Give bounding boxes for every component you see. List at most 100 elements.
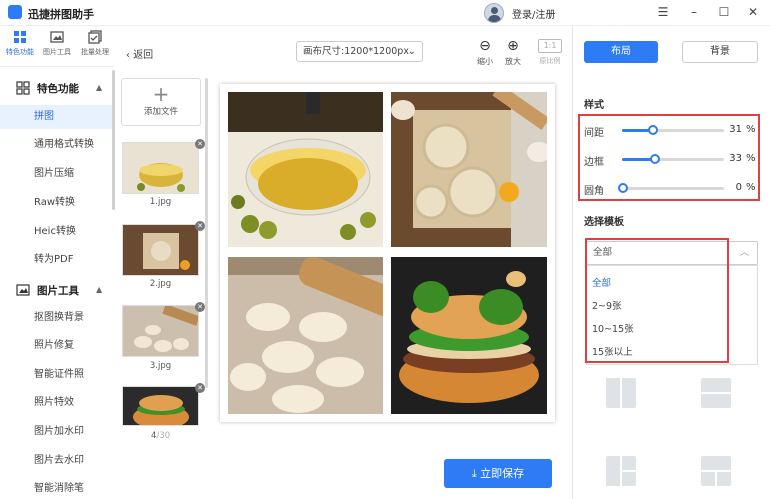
tab-batch[interactable]: 批量处理 xyxy=(77,30,113,57)
canvas-size-value: 画布尺寸:1200*1200px xyxy=(303,46,409,57)
photo-dough xyxy=(228,257,383,414)
avatar[interactable] xyxy=(484,3,504,23)
canvas-size-select[interactable]: 画布尺寸:1200*1200px ⌄ xyxy=(296,41,423,62)
add-file-button[interactable]: + 添加文件 xyxy=(121,78,201,126)
tab-special-features[interactable]: 特色功能 xyxy=(2,30,38,57)
sidebar-item-collage[interactable]: 拼图 xyxy=(0,105,112,129)
back-label: 返回 xyxy=(133,50,154,61)
remove-file-icon[interactable]: ✕ xyxy=(195,383,205,393)
file-thumbnail-3[interactable] xyxy=(122,305,199,357)
slider-label-border: 边框 xyxy=(584,157,604,168)
maximize-button[interactable]: ☐ xyxy=(716,5,732,19)
sidebar-item[interactable]: 抠图换背景 xyxy=(0,306,112,330)
slider-unit: % xyxy=(746,153,756,164)
sidebar-scrollbar[interactable] xyxy=(112,70,115,210)
chevron-up-icon: ︿ xyxy=(739,248,749,258)
slider-value: 33 xyxy=(729,153,742,164)
app-title: 迅捷拼图助手 xyxy=(28,8,94,21)
minimize-button[interactable]: – xyxy=(686,5,702,19)
spacing-slider[interactable] xyxy=(622,125,724,135)
tab-background[interactable]: 背景 xyxy=(682,41,758,63)
highlight-box-templates xyxy=(585,238,729,363)
slider-handle[interactable] xyxy=(650,154,660,164)
thumbnail-dough xyxy=(123,306,198,356)
collage-cell-dough[interactable] xyxy=(228,257,383,414)
login-link[interactable]: 登录/注册 xyxy=(512,6,555,21)
feature-grid-icon xyxy=(16,81,30,95)
remove-file-icon[interactable]: ✕ xyxy=(195,139,205,149)
slider-label-spacing: 间距 xyxy=(584,128,604,139)
batch-icon xyxy=(88,30,102,44)
ratio-box: 1:1 xyxy=(538,39,562,53)
sidebar-section-title[interactable]: 特色功能 xyxy=(37,81,79,96)
sidebar-item[interactable]: 智能消除笔 xyxy=(0,477,112,499)
image-tool-icon xyxy=(50,31,64,43)
file-name: 1.jpg xyxy=(149,197,172,207)
collage-cell-burger[interactable] xyxy=(391,257,547,414)
tab-layout[interactable]: 布局 xyxy=(584,41,658,63)
layout-template-2row-icon[interactable] xyxy=(701,378,731,408)
slider-handle[interactable] xyxy=(618,183,628,193)
slider-value: 31 xyxy=(729,124,742,135)
sidebar-item[interactable]: Heic转换 xyxy=(0,220,112,244)
file-name: 3.jpg xyxy=(149,361,172,371)
sidebar-item[interactable]: 图片去水印 xyxy=(0,449,112,473)
chevron-down-icon: ⌄ xyxy=(407,46,416,57)
back-button[interactable]: ‹ 返回 xyxy=(126,46,153,61)
file-list-scrollbar[interactable] xyxy=(205,78,208,388)
slider-handle[interactable] xyxy=(648,125,658,135)
remove-file-icon[interactable]: ✕ xyxy=(195,302,205,312)
sidebar-section-title[interactable]: 图片工具 xyxy=(37,283,79,298)
collage-canvas[interactable] xyxy=(220,84,555,422)
collage-cell-pasta[interactable] xyxy=(391,92,547,247)
sidebar-item[interactable]: 照片修复 xyxy=(0,334,112,358)
sidebar-item[interactable]: 图片加水印 xyxy=(0,420,112,444)
sidebar-item[interactable]: 转为PDF xyxy=(0,248,112,272)
thumbnail-pasta xyxy=(123,225,198,275)
add-file-label: 添加文件 xyxy=(143,107,178,117)
layout-template-3cell-icon[interactable] xyxy=(606,456,636,486)
remove-file-icon[interactable]: ✕ xyxy=(195,221,205,231)
layout-template-2col-icon[interactable] xyxy=(606,378,636,408)
chevron-up-icon[interactable]: ▲ xyxy=(96,83,102,92)
border-slider[interactable] xyxy=(622,154,724,164)
tab-label: 批量处理 xyxy=(81,48,109,56)
image-tool-icon xyxy=(16,284,30,296)
menu-icon[interactable]: ☰ xyxy=(655,5,671,19)
slider-unit: % xyxy=(746,182,756,193)
zoom-in-icon: ⊕ xyxy=(507,38,519,54)
ratio-label: 原比例 xyxy=(539,57,561,65)
zoom-in-label: 放大 xyxy=(505,57,521,66)
chevron-up-icon[interactable]: ▲ xyxy=(96,285,102,294)
original-ratio-button[interactable]: 1:1 原比例 xyxy=(537,39,563,66)
sidebar-item[interactable]: 智能证件照 xyxy=(0,363,112,387)
slider-value: 0 xyxy=(735,182,742,193)
collage-cell-olive-oil[interactable] xyxy=(228,92,383,247)
sidebar-item[interactable]: 照片特效 xyxy=(0,391,112,415)
tab-label: 图片工具 xyxy=(43,48,71,56)
save-icon: ⤓ xyxy=(471,467,481,480)
template-section-title: 选择模板 xyxy=(584,217,624,228)
layout-template-3cell-b-icon[interactable] xyxy=(701,456,731,486)
sidebar-item[interactable]: Raw转换 xyxy=(0,191,112,215)
photo-pasta xyxy=(391,92,547,247)
corner-slider[interactable] xyxy=(618,183,724,193)
file-thumbnail-1[interactable] xyxy=(122,142,199,194)
plus-icon: + xyxy=(152,82,170,106)
zoom-out-button[interactable]: ⊖ 缩小 xyxy=(474,38,496,67)
sidebar-item[interactable]: 图片压缩 xyxy=(0,162,112,186)
thumbnail-olive-oil xyxy=(123,143,198,193)
zoom-out-label: 缩小 xyxy=(477,57,493,66)
file-thumbnail-2[interactable] xyxy=(122,224,199,276)
close-button[interactable]: ✕ xyxy=(745,5,761,19)
app-logo-icon xyxy=(8,5,22,19)
panel-divider xyxy=(572,26,573,499)
tab-image-tools[interactable]: 图片工具 xyxy=(39,30,75,57)
grid-icon xyxy=(14,31,26,43)
save-label: 立即保存 xyxy=(480,467,525,480)
sidebar-item[interactable]: 通用格式转换 xyxy=(0,133,112,157)
photo-olive-oil xyxy=(228,92,383,247)
save-button[interactable]: ⤓ 立即保存 xyxy=(444,459,552,488)
zoom-in-button[interactable]: ⊕ 放大 xyxy=(502,38,524,67)
file-thumbnail-4[interactable] xyxy=(122,386,199,426)
